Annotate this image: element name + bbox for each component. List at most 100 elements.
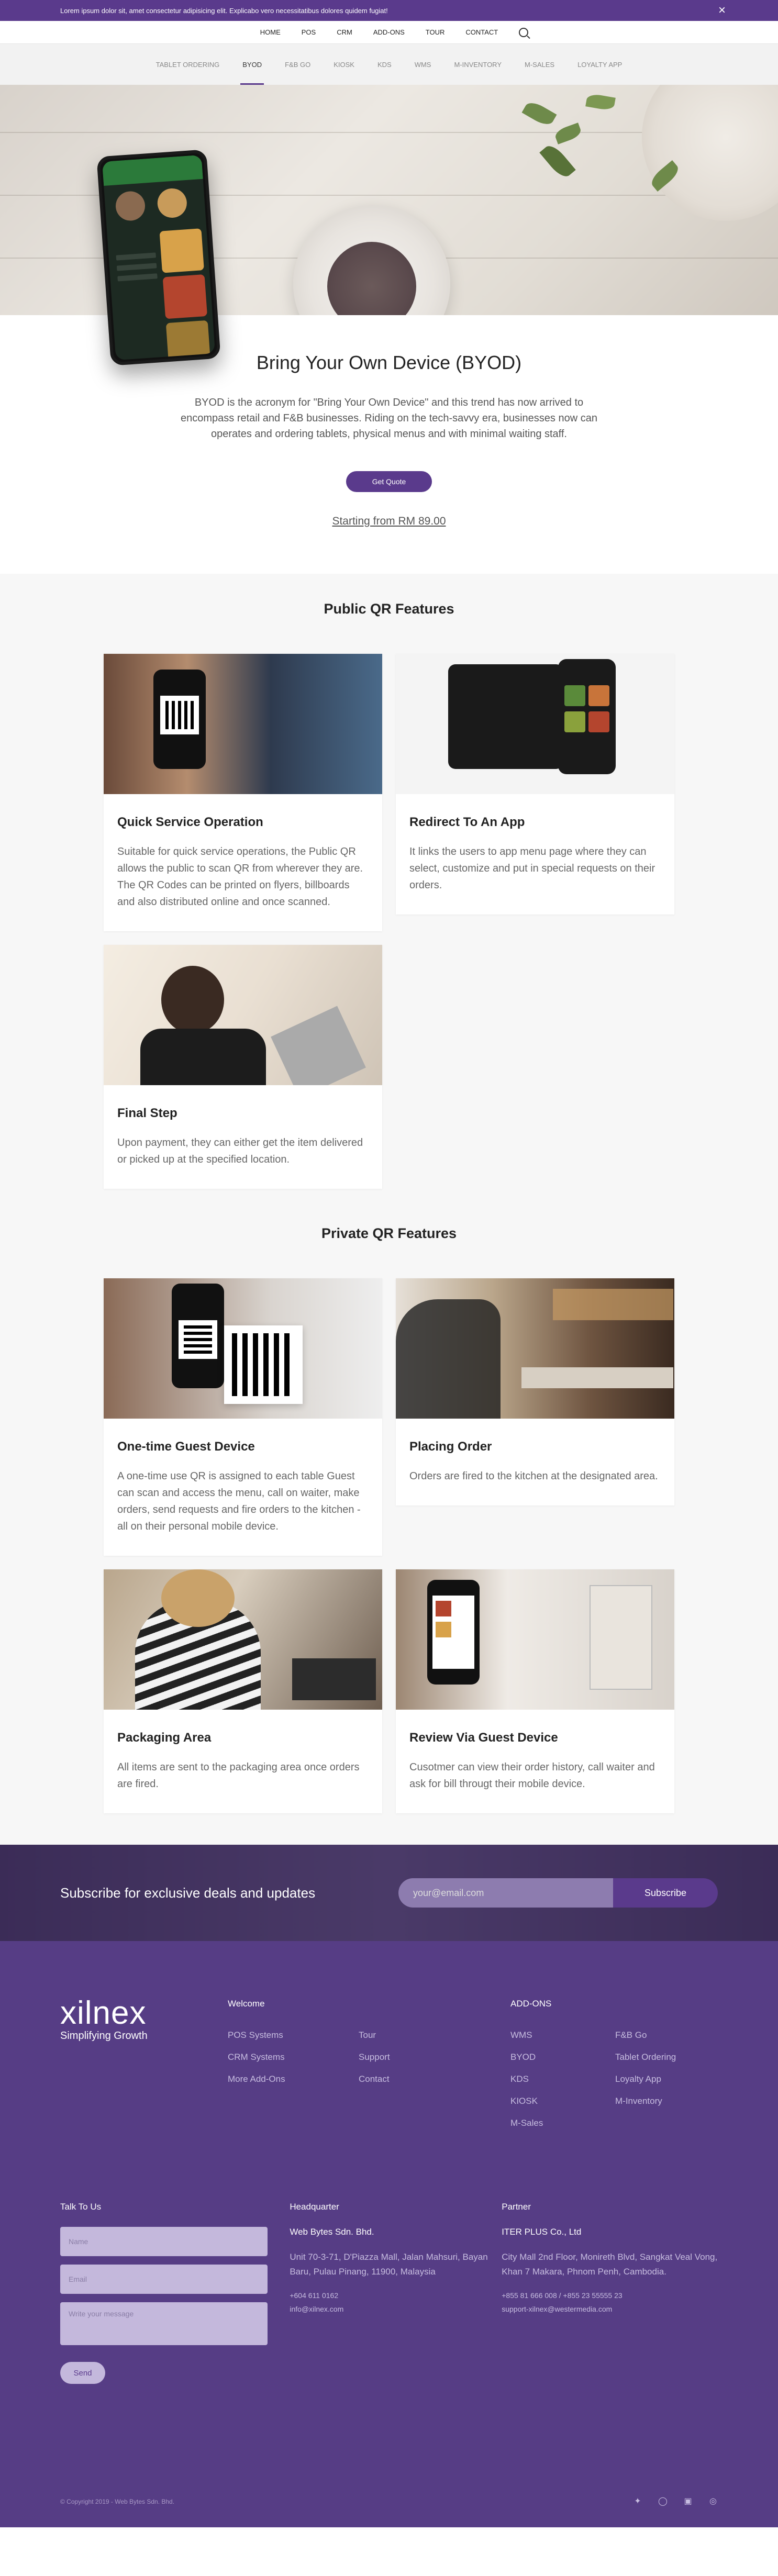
store-qr-image (104, 654, 382, 794)
card-title: One-time Guest Device (117, 1440, 255, 1454)
guest-device-image (396, 1569, 674, 1710)
footer-addons-heading: ADD-ONS (510, 1999, 552, 2009)
feature-card: One-time Guest Device A one-time use QR … (104, 1278, 382, 1556)
feature-card: Quick Service Operation Suitable for qui… (104, 654, 382, 931)
hq-phone[interactable]: +604 611 0162 (290, 2289, 502, 2302)
card-text: All items are sent to the packaging area… (117, 1761, 360, 1790)
footer-link[interactable]: BYOD (510, 2052, 563, 2062)
card-text: A one-time use QR is assigned to each ta… (117, 1470, 361, 1532)
kitchen-image (396, 1278, 674, 1419)
woman-tablet-image (104, 945, 382, 1085)
subnav-kds[interactable]: KDS (366, 44, 403, 85)
send-button[interactable]: Send (60, 2362, 105, 2384)
copyright: © Copyright 2019 - Web Bytes Sdn. Bhd. (60, 2498, 175, 2505)
nav-contact[interactable]: CONTACT (455, 28, 508, 36)
footer-link[interactable]: Contact (359, 2074, 437, 2084)
feature-card: Packaging Area All items are sent to the… (104, 1569, 382, 1813)
private-qr-grid: One-time Guest Device A one-time use QR … (104, 1278, 674, 1813)
subnav-tablet-ordering[interactable]: TABLET ORDERING (145, 44, 231, 85)
hero-description: BYOD is the acronym for "Bring Your Own … (181, 397, 597, 440)
footer-link[interactable]: Support (359, 2052, 437, 2062)
subnav-wms[interactable]: WMS (403, 44, 443, 85)
app-mockup-image (396, 654, 674, 794)
plate-decoration (642, 85, 778, 221)
headquarter-info: Headquarter Web Bytes Sdn. Bhd. Unit 70-… (290, 2202, 502, 2384)
twitter-icon[interactable]: ✦ (633, 2497, 642, 2506)
subnav-byod[interactable]: BYOD (231, 44, 273, 85)
footer-link[interactable]: WMS (510, 2030, 563, 2040)
footer-link[interactable]: KDS (510, 2074, 563, 2084)
footer-link[interactable]: M-Sales (510, 2118, 563, 2128)
footer-addons: ADD-ONS WMS BYOD KDS KIOSK M-Sales F&B G… (510, 1999, 699, 2128)
feature-card: Final Step Upon payment, they can either… (104, 945, 382, 1189)
subnav-kiosk[interactable]: KIOSK (322, 44, 366, 85)
close-icon[interactable]: × (718, 4, 726, 17)
nav-pos[interactable]: POS (291, 28, 326, 36)
partner-heading: Partner (502, 2202, 531, 2212)
search-icon[interactable] (519, 27, 529, 37)
footer-link[interactable]: POS Systems (228, 2030, 306, 2040)
flickr-icon[interactable]: ▣ (683, 2497, 693, 2506)
subscribe-email-input[interactable] (398, 1878, 613, 1908)
card-text: Upon payment, they can either get the it… (117, 1137, 363, 1165)
card-text: Suitable for quick service operations, t… (117, 846, 363, 908)
footer-link[interactable]: Loyalty App (615, 2074, 699, 2084)
main-nav: HOME POS CRM ADD-ONS TOUR CONTACT (0, 21, 778, 44)
price-link[interactable]: Starting from RM 89.00 (0, 515, 778, 528)
footer-link[interactable]: KIOSK (510, 2096, 563, 2106)
announcement-bar: Lorem ipsum dolor sit, amet consectetur … (0, 0, 778, 21)
subnav-fb-go[interactable]: F&B GO (273, 44, 322, 85)
card-title: Placing Order (409, 1440, 492, 1454)
footer-link[interactable]: F&B Go (615, 2030, 699, 2040)
announcement-text: Lorem ipsum dolor sit, amet consectetur … (60, 6, 388, 15)
nav-crm[interactable]: CRM (326, 28, 363, 36)
card-title: Quick Service Operation (117, 815, 263, 829)
subnav-m-sales[interactable]: M-SALES (513, 44, 566, 85)
name-field[interactable] (60, 2227, 268, 2256)
partner-address: City Mall 2nd Floor, Monireth Blvd, Sang… (502, 2252, 718, 2277)
subscribe-form: Subscribe (398, 1878, 718, 1908)
hq-email[interactable]: info@xilnex.com (290, 2302, 502, 2316)
partner-info: Partner ITER PLUS Co., Ltd City Mall 2nd… (502, 2202, 718, 2384)
card-title: Packaging Area (117, 1731, 212, 1745)
instagram-icon[interactable]: ◯ (658, 2497, 668, 2506)
subscribe-title: Subscribe for exclusive deals and update… (60, 1884, 316, 1901)
talk-heading: Talk To Us (60, 2202, 102, 2212)
footer-link[interactable]: Tour (359, 2030, 437, 2040)
email-field[interactable] (60, 2265, 268, 2294)
hq-heading: Headquarter (290, 2202, 339, 2212)
card-text: Orders are fired to the kitchen at the d… (409, 1470, 658, 1482)
public-qr-heading: Public QR Features (324, 601, 454, 617)
footer-link[interactable]: CRM Systems (228, 2052, 306, 2062)
nav-home[interactable]: HOME (250, 28, 291, 36)
logo-wordmark: xilnex (60, 1995, 147, 2031)
subnav-loyalty-app[interactable]: LOYALTY APP (566, 44, 633, 85)
footer: xilnex Simplifying Growth Welcome POS Sy… (0, 1941, 778, 2527)
get-quote-button[interactable]: Get Quote (346, 471, 432, 492)
private-qr-heading: Private QR Features (321, 1225, 457, 1241)
message-field[interactable] (60, 2302, 268, 2345)
partner-phones[interactable]: +855 81 666 008 / +855 23 55555 23 (502, 2289, 718, 2302)
footer-link[interactable]: M-Inventory (615, 2096, 699, 2106)
subscribe-button[interactable]: Subscribe (613, 1878, 718, 1908)
hq-company: Web Bytes Sdn. Bhd. (290, 2227, 374, 2237)
contact-form: Talk To Us Send (60, 2202, 290, 2384)
footer-link[interactable]: More Add-Ons (228, 2074, 306, 2084)
card-title: Final Step (117, 1106, 177, 1120)
partner-email[interactable]: support-xilnex@westermedia.com (502, 2302, 718, 2316)
qr-phone-image (104, 1278, 382, 1419)
public-qr-grid: Quick Service Operation Suitable for qui… (104, 654, 674, 1189)
footer-welcome: Welcome POS Systems CRM Systems More Add… (228, 1999, 510, 2128)
feature-card: Review Via Guest Device Cusotmer can vie… (396, 1569, 674, 1813)
packaging-image (104, 1569, 382, 1710)
footer-link[interactable]: Tablet Ordering (615, 2052, 699, 2062)
social-links: ✦ ◯ ▣ ◎ (633, 2497, 718, 2506)
nav-add-ons[interactable]: ADD-ONS (363, 28, 415, 36)
product-subnav: TABLET ORDERING BYOD F&B GO KIOSK KDS WM… (0, 44, 778, 85)
logo-tagline: Simplifying Growth (60, 2030, 148, 2042)
feature-card: Placing Order Orders are fired to the ki… (396, 1278, 674, 1506)
dribbble-icon[interactable]: ◎ (708, 2497, 718, 2506)
subnav-m-inventory[interactable]: M-INVENTORY (442, 44, 513, 85)
nav-tour[interactable]: TOUR (415, 28, 455, 36)
footer-logo[interactable]: xilnex Simplifying Growth (60, 1995, 228, 2128)
